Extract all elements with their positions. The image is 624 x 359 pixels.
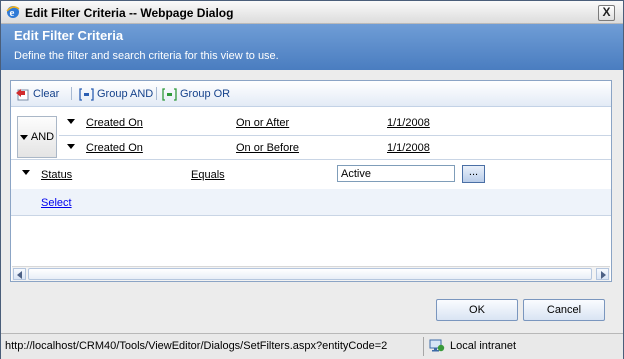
dialog-window: e Edit Filter Criteria -- Webpage Dialog… bbox=[0, 0, 624, 359]
status-url: http://localhost/CRM40/Tools/ViewEditor/… bbox=[5, 340, 388, 352]
filter-toolbar: Clear Group AND Group OR bbox=[11, 81, 611, 107]
select-link[interactable]: Select bbox=[41, 197, 72, 209]
arrow-right-icon bbox=[601, 271, 606, 279]
zone-label: Local intranet bbox=[450, 340, 517, 352]
and-group-menu[interactable]: AND bbox=[17, 116, 57, 158]
condition-field[interactable]: Created On bbox=[86, 117, 143, 129]
condition-field[interactable]: Created On bbox=[86, 142, 143, 154]
dialog-description: Define the filter and search criteria fo… bbox=[14, 50, 279, 62]
group-and-button[interactable]: Group AND bbox=[79, 86, 153, 102]
horizontal-scrollbar[interactable] bbox=[12, 266, 610, 281]
group-or-button[interactable]: Group OR bbox=[162, 86, 230, 102]
select-row bbox=[11, 189, 611, 216]
clear-button[interactable]: Clear bbox=[15, 86, 59, 102]
scroll-left-button[interactable] bbox=[13, 268, 26, 280]
dropdown-arrow-icon bbox=[19, 134, 28, 140]
close-button[interactable]: X bbox=[598, 5, 615, 21]
group-and-label: Group AND bbox=[97, 88, 154, 100]
ok-button[interactable]: OK bbox=[436, 299, 518, 321]
toolbar-separator bbox=[71, 87, 72, 100]
group-and-icon bbox=[79, 87, 94, 101]
row-divider bbox=[59, 135, 611, 136]
condition-operator[interactable]: On or After bbox=[236, 117, 289, 129]
arrow-left-icon bbox=[17, 271, 22, 279]
status-value-input[interactable]: Active bbox=[337, 165, 455, 182]
status-operator[interactable]: Equals bbox=[191, 169, 225, 181]
status-bar: http://localhost/CRM40/Tools/ViewEditor/… bbox=[1, 333, 623, 359]
condition-value[interactable]: 1/1/2008 bbox=[387, 142, 430, 154]
status-separator bbox=[423, 337, 424, 356]
window-title: Edit Filter Criteria -- Webpage Dialog bbox=[25, 6, 234, 20]
lookup-button[interactable]: ... bbox=[462, 165, 485, 183]
dialog-header: Edit Filter Criteria Define the filter a… bbox=[1, 24, 623, 70]
condition-menu-icon[interactable] bbox=[22, 170, 30, 175]
title-bar[interactable]: e Edit Filter Criteria -- Webpage Dialog… bbox=[1, 1, 623, 24]
dialog-title: Edit Filter Criteria bbox=[14, 28, 124, 43]
security-zone: Local intranet bbox=[429, 339, 516, 353]
and-label: AND bbox=[30, 131, 55, 143]
condition-value[interactable]: 1/1/2008 bbox=[387, 117, 430, 129]
cancel-button[interactable]: Cancel bbox=[523, 299, 605, 321]
condition-operator[interactable]: On or Before bbox=[236, 142, 299, 154]
group-or-label: Group OR bbox=[180, 88, 231, 100]
group-or-icon bbox=[162, 87, 177, 101]
scroll-right-button[interactable] bbox=[596, 268, 609, 280]
filter-panel: Clear Group AND Group OR AND Created On … bbox=[10, 80, 612, 282]
condition-menu-icon[interactable] bbox=[67, 144, 75, 149]
scrollbar-thumb[interactable] bbox=[28, 268, 592, 280]
intranet-icon bbox=[429, 339, 445, 352]
condition-menu-icon[interactable] bbox=[67, 119, 75, 124]
toolbar-separator bbox=[156, 87, 157, 100]
clear-label: Clear bbox=[33, 88, 60, 100]
clear-icon bbox=[16, 88, 29, 100]
ie-icon: e bbox=[6, 6, 20, 19]
row-divider bbox=[11, 159, 611, 160]
status-field[interactable]: Status bbox=[41, 169, 72, 181]
